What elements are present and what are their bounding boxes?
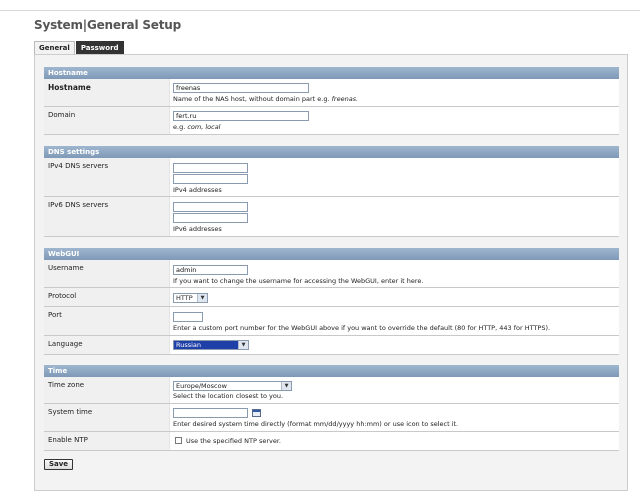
domain-label: Domain — [44, 107, 170, 134]
row-enable-ntp: Enable NTP Use the specified NTP server. — [44, 432, 619, 451]
protocol-select-value: HTTP — [176, 294, 193, 302]
row-timezone: Time zone Europe/Moscow ▼ Select the loc… — [44, 377, 619, 404]
protocol-label: Protocol — [44, 288, 170, 306]
page-title: System|General Setup — [34, 18, 181, 32]
calendar-icon[interactable] — [252, 409, 261, 417]
domain-input[interactable]: fert.ru — [173, 111, 309, 121]
top-divider — [0, 10, 640, 11]
section-header-time: Time — [44, 365, 619, 377]
ipv6-dns-input-1[interactable] — [173, 202, 248, 212]
row-hostname: Hostname freenas Name of the NAS host, w… — [44, 79, 619, 107]
row-ipv4-dns: IPv4 DNS servers IPv4 addresses — [44, 158, 619, 197]
timezone-select-value: Europe/Moscow — [176, 382, 227, 390]
section-header-hostname: Hostname — [44, 67, 619, 79]
port-label: Port — [44, 307, 170, 335]
hostname-hint-example: freenas. — [331, 95, 359, 103]
timezone-select[interactable]: Europe/Moscow ▼ — [173, 381, 292, 391]
chevron-down-icon: ▼ — [197, 294, 207, 302]
ntp-checkbox-label: Use the specified NTP server. — [186, 437, 281, 445]
chevron-down-icon: ▼ — [238, 341, 248, 349]
protocol-select[interactable]: HTTP ▼ — [173, 293, 208, 303]
ntp-checkbox[interactable] — [175, 437, 182, 444]
ipv4-dns-hint: IPv4 addresses — [173, 186, 222, 194]
hostname-hint: Name of the NAS host, without domain par… — [173, 95, 358, 103]
username-label: Username — [44, 260, 170, 287]
row-ipv6-dns: IPv6 DNS servers IPv6 addresses — [44, 197, 619, 237]
system-time-hint: Enter desired system time directly (form… — [173, 420, 459, 428]
ipv6-dns-label: IPv6 DNS servers — [44, 197, 170, 236]
ipv6-dns-hint: IPv6 addresses — [173, 225, 222, 233]
enable-ntp-label: Enable NTP — [44, 432, 170, 450]
username-hint: If you want to change the username for a… — [173, 277, 424, 285]
language-select-value: Russian — [176, 341, 202, 349]
timezone-hint: Select the location closest to you. — [173, 392, 284, 400]
row-protocol: Protocol HTTP ▼ — [44, 288, 619, 307]
row-language: Language Russian ▼ — [44, 336, 619, 355]
section-header-webgui: WebGUI — [44, 248, 619, 260]
ipv4-dns-input-2[interactable] — [173, 174, 248, 184]
language-label: Language — [44, 336, 170, 354]
chevron-down-icon: ▼ — [281, 382, 291, 390]
language-select[interactable]: Russian ▼ — [173, 340, 249, 350]
ipv4-dns-input-1[interactable] — [173, 163, 248, 173]
hostname-input[interactable]: freenas — [173, 83, 309, 93]
ipv6-dns-input-2[interactable] — [173, 213, 248, 223]
tab-bar: General Password — [34, 41, 124, 54]
row-username: Username admin If you want to change the… — [44, 260, 619, 288]
save-button[interactable]: Save — [44, 459, 73, 470]
row-system-time: System time Enter desired system time di… — [44, 404, 619, 432]
domain-hint: e.g. com, local — [173, 123, 221, 131]
section-header-dns: DNS settings — [44, 146, 619, 158]
domain-hint-example: com, local — [187, 123, 221, 131]
system-time-input[interactable] — [173, 408, 248, 418]
timezone-label: Time zone — [44, 377, 170, 403]
ipv4-dns-label: IPv4 DNS servers — [44, 158, 170, 196]
tab-general[interactable]: General — [34, 41, 75, 54]
row-port: Port Enter a custom port number for the … — [44, 307, 619, 336]
hostname-hint-text: Name of the NAS host, without domain par… — [173, 95, 332, 103]
username-input[interactable]: admin — [173, 265, 248, 275]
hostname-label: Hostname — [44, 79, 170, 106]
tab-password[interactable]: Password — [75, 41, 124, 54]
port-hint: Enter a custom port number for the WebGU… — [173, 324, 551, 332]
domain-hint-prefix: e.g. — [173, 123, 188, 131]
row-domain: Domain fert.ru e.g. com, local — [44, 107, 619, 135]
port-input[interactable] — [173, 312, 203, 322]
system-time-label: System time — [44, 404, 170, 431]
settings-panel: Hostname Hostname freenas Name of the NA… — [34, 54, 628, 491]
